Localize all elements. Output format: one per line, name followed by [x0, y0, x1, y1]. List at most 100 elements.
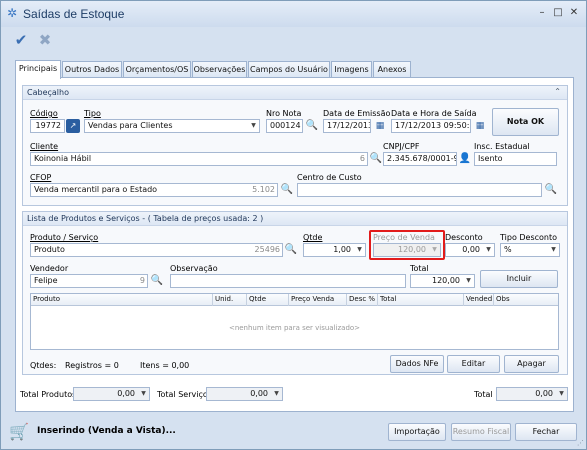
mode-status: Inserindo (Venda a Vista)... — [37, 426, 176, 436]
search-icon[interactable]: 🔍 — [369, 152, 383, 166]
incluir-button[interactable]: Incluir — [480, 270, 558, 288]
column-header-unid[interactable]: Unid. — [213, 294, 247, 306]
tab-observacoes[interactable]: Observações — [192, 61, 247, 78]
data-hora-saida-field[interactable]: 17/12/2013 09:50:31 — [391, 119, 471, 133]
items-grid[interactable]: Produto Unid. Qtde Preço Venda Desc % To… — [30, 293, 559, 350]
tab-imagens[interactable]: Imagens — [331, 61, 372, 78]
observacao-field[interactable] — [170, 274, 406, 288]
search-icon[interactable]: 🔍 — [284, 243, 298, 257]
status-bar: 🛒 Inserindo (Venda a Vista)... Importaçã… — [1, 414, 586, 449]
apagar-button[interactable]: Apagar — [504, 355, 559, 373]
tab-outros-dados[interactable]: Outros Dados — [62, 61, 122, 78]
cfop-value: Venda mercantil para o Estado — [34, 185, 158, 194]
data-hora-saida-label: Data e Hora de Saída — [391, 109, 477, 118]
column-header-qtde[interactable]: Qtde — [247, 294, 289, 306]
cnpj-field[interactable]: 2.345.678/0001-95 — [383, 152, 457, 166]
desconto-field[interactable]: 0,00 ▼ — [445, 243, 495, 257]
nro-nota-label: Nro Nota — [266, 109, 302, 118]
nro-nota-field[interactable]: 000124 — [266, 119, 303, 133]
cabecalho-title: Cabeçalho — [27, 88, 69, 97]
cliente-code: 6 — [359, 154, 365, 163]
editar-button[interactable]: Editar — [447, 355, 500, 373]
cancel-icon[interactable]: ✖ — [36, 31, 54, 49]
tipo-label: Tipo — [84, 109, 101, 118]
grid-header: Produto Unid. Qtde Preço Venda Desc % To… — [31, 294, 558, 306]
chevron-down-icon[interactable]: ▼ — [138, 388, 149, 400]
dados-nfe-button[interactable]: Dados NFe — [390, 355, 444, 373]
qtde-value: 1,00 — [333, 245, 351, 254]
title-bar: ✲ Saídas de Estoque – □ ✕ — [1, 1, 586, 27]
vendedor-value: Felipe — [34, 276, 58, 285]
tipo-select[interactable]: Vendas para Clientes ▼ — [84, 119, 260, 133]
chevron-down-icon[interactable]: ▼ — [548, 244, 559, 256]
total-label: Total — [474, 390, 493, 399]
produtos-group: Lista de Produtos e Serviços - ( Tabela … — [22, 211, 568, 375]
resize-grip-icon[interactable]: ⋰ — [577, 439, 584, 447]
column-header-preco-venda[interactable]: Preço Venda — [289, 294, 347, 306]
chevron-down-icon[interactable]: ▼ — [556, 388, 567, 400]
person-icon[interactable]: 👤 — [458, 152, 472, 166]
cfop-field[interactable]: Venda mercantil para o Estado 5.102 — [30, 183, 278, 197]
vendedor-code: 9 — [139, 276, 145, 285]
chevron-down-icon[interactable]: ▼ — [248, 120, 259, 132]
calendar-icon[interactable]: ▦ — [373, 119, 387, 133]
codigo-label: Código — [30, 109, 58, 118]
cliente-field[interactable]: Koinonia Hábil 6 — [30, 152, 368, 166]
desconto-label: Desconto — [445, 233, 483, 242]
chevron-down-icon[interactable]: ▼ — [354, 244, 365, 256]
open-link-icon[interactable]: ↗ — [66, 119, 80, 133]
insc-estadual-field[interactable]: Isento — [474, 152, 557, 166]
app-icon: ✲ — [7, 6, 18, 20]
cliente-label: Cliente — [30, 142, 59, 151]
search-icon[interactable]: 🔍 — [544, 183, 558, 197]
tab-principais[interactable]: Principais — [15, 60, 61, 79]
total-item-field[interactable]: 120,00 ▼ — [410, 274, 475, 288]
centro-custo-field[interactable] — [297, 183, 542, 197]
tipo-desconto-select[interactable]: % ▼ — [500, 243, 560, 257]
column-header-produto[interactable]: Produto — [31, 294, 213, 306]
vendedor-label: Vendedor — [30, 264, 69, 273]
data-emissao-field[interactable]: 17/12/2013 — [323, 119, 371, 133]
qtde-field[interactable]: 1,00 ▼ — [303, 243, 366, 257]
maximize-button[interactable]: □ — [551, 6, 565, 20]
window: ✲ Saídas de Estoque – □ ✕ ✔ ✖ Principais… — [0, 0, 587, 450]
search-icon[interactable]: 🔍 — [305, 119, 319, 133]
window-title: Saídas de Estoque — [23, 7, 125, 21]
codigo-field[interactable]: 19772 — [30, 119, 65, 133]
desconto-value: 0,00 — [462, 245, 480, 254]
chevron-down-icon[interactable]: ▼ — [483, 244, 494, 256]
produtos-header: Lista de Produtos e Serviços - ( Tabela … — [23, 212, 567, 226]
itens-count: Itens = 0,00 — [140, 361, 190, 370]
minimize-button[interactable]: – — [535, 6, 549, 20]
chevron-down-icon[interactable]: ▼ — [463, 275, 474, 287]
produto-label: Produto / Serviço — [30, 233, 99, 242]
cliente-value: Koinonia Hábil — [34, 154, 92, 163]
total-value: 0,00 — [535, 389, 553, 398]
cart-icon: 🛒 — [9, 422, 29, 441]
chevron-down-icon[interactable]: ▼ — [271, 388, 282, 400]
vendedor-field[interactable]: Felipe 9 — [30, 274, 148, 288]
close-button[interactable]: ✕ — [567, 6, 581, 20]
qtdes-label: Qtdes: — [30, 361, 57, 370]
tipo-desconto-value: % — [504, 245, 512, 254]
tab-campos-do-usuario[interactable]: Campos do Usuário — [248, 61, 330, 78]
search-icon[interactable]: 🔍 — [280, 183, 294, 197]
search-icon[interactable]: 🔍 — [150, 274, 164, 288]
nota-ok-button[interactable]: Nota OK — [492, 108, 559, 136]
fechar-button[interactable]: Fechar — [515, 423, 577, 441]
total-servicos-field: 0,00 ▼ — [206, 387, 283, 401]
centro-custo-label: Centro de Custo — [297, 173, 362, 182]
calendar-icon[interactable]: ▦ — [473, 119, 487, 133]
confirm-icon[interactable]: ✔ — [12, 31, 30, 49]
cfop-label: CFOP — [30, 173, 52, 182]
produto-field[interactable]: Produto 25496 — [30, 243, 283, 257]
tab-anexos[interactable]: Anexos — [373, 61, 411, 78]
column-header-desc[interactable]: Desc % — [347, 294, 378, 306]
collapse-icon[interactable]: ⌃ — [554, 87, 561, 96]
column-header-total[interactable]: Total — [378, 294, 464, 306]
tab-orcamentos-os[interactable]: Orçamentos/OS — [123, 61, 191, 78]
column-header-obs[interactable]: Obs — [494, 294, 558, 306]
importacao-button[interactable]: Importação — [388, 423, 446, 441]
column-header-vended[interactable]: Vended — [464, 294, 494, 306]
total-servicos-label: Total Serviços — [157, 390, 212, 399]
